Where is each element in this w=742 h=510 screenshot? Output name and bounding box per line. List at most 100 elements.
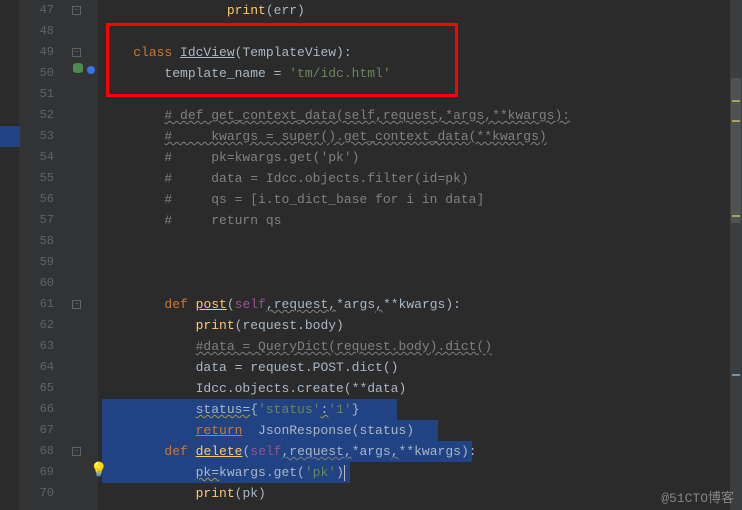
change-marker — [0, 126, 20, 147]
code-line[interactable]: # return qs — [98, 210, 742, 231]
code-content[interactable]: print(err) class IdcView(TemplateView): … — [98, 0, 742, 510]
code-token: 'status' — [258, 402, 320, 417]
code-token: # pk=kwargs.get('pk') — [164, 150, 359, 165]
line-number[interactable]: 49 — [20, 42, 58, 63]
line-number[interactable]: 57 — [20, 210, 58, 231]
code-line[interactable]: return JsonResponse(status) — [98, 420, 742, 441]
gutter-icons: − − − − — [70, 0, 98, 510]
code-token: print — [196, 486, 235, 501]
line-number[interactable]: 60 — [20, 273, 58, 294]
code-token: **kwargs): — [383, 297, 461, 312]
line-number[interactable]: 67 — [20, 420, 58, 441]
code-token: data = request.POST.dict() — [196, 360, 399, 375]
db-breakpoint-icon[interactable] — [72, 62, 88, 74]
code-line[interactable]: print(request.body) — [98, 315, 742, 336]
line-number[interactable]: 65 — [20, 378, 58, 399]
code-token: (request.body) — [235, 318, 344, 333]
code-line[interactable]: class IdcView(TemplateView): — [98, 42, 742, 63]
code-token: (err) — [266, 3, 305, 18]
code-line[interactable]: # def get_context_data(self,request,*arg… — [98, 105, 742, 126]
code-token: #data = QueryDict(request.body).dict() — [196, 339, 492, 354]
text-caret — [344, 465, 345, 481]
line-number[interactable]: 48 — [20, 21, 58, 42]
code-token: # data = Idcc.objects.filter(id=pk) — [164, 171, 468, 186]
code-token: , — [391, 444, 399, 459]
line-number[interactable]: 53 — [20, 126, 58, 147]
code-line[interactable]: #data = QueryDict(request.body).dict() — [98, 336, 742, 357]
code-line[interactable]: template_name = 'tm/idc.html' — [98, 63, 742, 84]
line-number[interactable]: 58 — [20, 231, 58, 252]
line-number[interactable]: 59 — [20, 252, 58, 273]
code-token: JsonResponse(status) — [242, 423, 414, 438]
line-number[interactable]: 62 — [20, 315, 58, 336]
line-number[interactable]: 64 — [20, 357, 58, 378]
code-token: # kwargs = super().get_context_data(**kw… — [164, 129, 546, 144]
code-line[interactable] — [98, 84, 742, 105]
code-line[interactable]: # qs = [i.to_dict_base for i in data] — [98, 189, 742, 210]
line-number[interactable]: 66 — [20, 399, 58, 420]
line-number[interactable]: 54 — [20, 147, 58, 168]
line-number[interactable]: 51 — [20, 84, 58, 105]
code-token: '1' — [328, 402, 351, 417]
code-editor: 4748495051525354555657585960616263646566… — [0, 0, 742, 510]
line-number[interactable]: 47 — [20, 0, 58, 21]
code-token: template_name = — [164, 66, 289, 81]
line-number[interactable]: 50 — [20, 63, 58, 84]
code-token: *args — [352, 444, 391, 459]
code-token: pk= — [196, 465, 219, 480]
breakpoint-indicator[interactable] — [87, 66, 95, 74]
code-token: , — [375, 297, 383, 312]
left-margin — [0, 0, 20, 510]
watermark-text: @51CTO博客 — [661, 487, 734, 506]
code-token: return — [196, 423, 243, 438]
code-token: post — [196, 297, 227, 312]
code-token: # return qs — [164, 213, 281, 228]
line-number-gutter[interactable]: 4748495051525354555657585960616263646566… — [20, 0, 70, 510]
line-number[interactable]: 68 — [20, 441, 58, 462]
line-number[interactable]: 61 — [20, 294, 58, 315]
code-line[interactable]: Idcc.objects.create(**data) — [98, 378, 742, 399]
code-line[interactable]: # pk=kwargs.get('pk') — [98, 147, 742, 168]
fold-icon[interactable]: − — [72, 299, 82, 309]
fold-icon[interactable]: − — [72, 47, 82, 57]
code-token: } — [352, 402, 360, 417]
line-number[interactable]: 70 — [20, 483, 58, 504]
code-token: kwargs.get( — [219, 465, 305, 480]
code-line[interactable] — [98, 231, 742, 252]
code-token: { — [250, 402, 258, 417]
line-number[interactable]: 56 — [20, 189, 58, 210]
code-line[interactable]: status={'status':'1'} — [98, 399, 742, 420]
intention-bulb-icon[interactable]: 💡 — [90, 462, 107, 479]
line-number[interactable]: 69 — [20, 462, 58, 483]
code-line[interactable] — [98, 21, 742, 42]
code-token: ,request, — [281, 444, 351, 459]
line-number[interactable]: 63 — [20, 336, 58, 357]
fold-icon[interactable]: − — [72, 5, 82, 15]
code-token: self — [250, 444, 281, 459]
code-line[interactable]: pk=kwargs.get('pk') — [98, 462, 742, 483]
code-line[interactable]: print(err) — [98, 0, 742, 21]
code-line[interactable]: data = request.POST.dict() — [98, 357, 742, 378]
code-token: class — [133, 45, 180, 60]
code-token: print — [227, 3, 266, 18]
code-token: status= — [196, 402, 251, 417]
code-token: # def get_context_data(self,request,*arg… — [164, 108, 570, 123]
code-token: delete — [196, 444, 243, 459]
code-line[interactable]: print(pk) — [98, 483, 742, 504]
code-token: def — [164, 297, 195, 312]
code-token: ,request, — [266, 297, 336, 312]
code-token: (pk) — [235, 486, 266, 501]
code-line[interactable]: def post(self,request,*args,**kwargs): — [98, 294, 742, 315]
code-line[interactable]: # kwargs = super().get_context_data(**kw… — [98, 126, 742, 147]
line-number[interactable]: 52 — [20, 105, 58, 126]
code-line[interactable]: # data = Idcc.objects.filter(id=pk) — [98, 168, 742, 189]
code-line[interactable]: def delete(self,request,*args,**kwargs): — [98, 441, 742, 462]
fold-icon[interactable]: − — [72, 446, 82, 456]
code-line[interactable] — [98, 252, 742, 273]
code-line[interactable] — [98, 273, 742, 294]
code-token: 'tm/idc.html' — [289, 66, 390, 81]
line-number[interactable]: 55 — [20, 168, 58, 189]
code-token: (TemplateView): — [235, 45, 352, 60]
code-token: # qs = [i.to_dict_base for i in data] — [164, 192, 484, 207]
code-token: IdcView — [180, 45, 235, 60]
